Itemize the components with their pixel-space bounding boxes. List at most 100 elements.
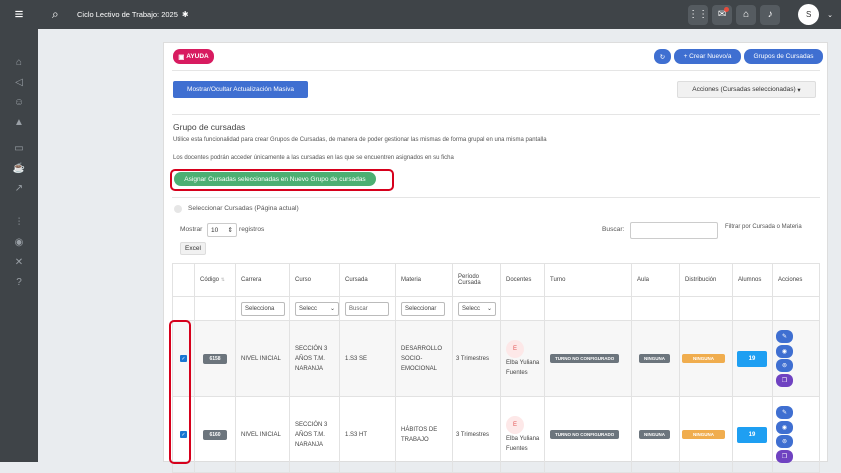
chevron-down-icon: ⌄ [486,306,492,312]
materia-cell: HÁBITOS DE TRABAJO [395,396,453,473]
chart-icon[interactable]: ↗ [12,181,26,195]
aula-badge: NINGUNA [639,429,670,439]
sliders-icon[interactable]: ⫶ [12,215,26,229]
home-icon[interactable]: ⌂ [12,55,26,69]
filter-periodo-select[interactable]: Selecc ⌄ [458,301,496,316]
divider [172,70,820,71]
chevron-down-icon[interactable]: ⌄ [827,11,833,19]
tools-icon[interactable]: ✕ [12,255,26,269]
carrera-cell: NIVEL INICIAL [235,396,290,473]
aula-badge: NINGUNA [639,353,670,363]
groups-button[interactable]: Grupos de Cursadas [744,49,823,64]
refresh-icon: ↻ [659,53,666,61]
highlight-box [170,169,394,191]
distribucion-badge: NINGUNA [682,353,725,363]
graduation-icon[interactable]: ▲ [12,115,26,129]
filter-curso-select[interactable]: Selecc ⌄ [295,301,339,316]
view-icon[interactable]: ◉ [776,344,793,358]
search-input[interactable] [630,222,718,239]
megaphone-icon[interactable]: ◁ [12,75,26,89]
mail-icon[interactable]: ✉ [712,4,733,25]
header-distribucion[interactable]: Distribución [679,263,733,297]
eye-icon[interactable]: ◉ [12,235,26,249]
create-new-button[interactable]: + Crear Nuevo/a [674,49,741,64]
toggle-mass-update-button[interactable]: Mostrar/Ocultar Actualización Masiva [173,81,308,98]
header-alumnos[interactable]: Alumnos [732,263,773,297]
edit-icon[interactable]: ✎ [776,330,793,344]
filter-carrera-select[interactable]: Selecciona [241,301,285,316]
header-materia[interactable]: Materia [395,263,453,297]
distribucion-badge: NINGUNA [682,429,725,439]
copy-icon[interactable]: ❐ [776,449,793,463]
filter-label: Filtrar por Cursada o Materia [725,224,802,230]
view-icon[interactable]: ◉ [776,420,793,434]
sidebar: ⌂ ◁ ☺ ▲ ▭ ☕ ↗ ⫶ ◉ ✕ ? [0,29,38,462]
header-docentes[interactable]: Docentes [500,263,545,297]
header-cursada[interactable]: Cursada [339,263,396,297]
money-icon[interactable]: ▭ [12,141,26,155]
show-label: Mostrar [180,226,203,233]
header-turno[interactable]: Turno [544,263,632,297]
settings-icon[interactable]: ⊚ [776,359,793,373]
menu-icon[interactable]: ≡ [0,0,38,29]
periodo-cell: 3 Trimestres [452,396,501,473]
filter-materia-select[interactable]: Seleccionar [401,301,445,316]
notification-dot [724,6,730,12]
table-row[interactable]: ✓ 6160 NIVEL INICIAL SECCIÓN 3 AÑOS T.M.… [172,396,820,473]
highlight-box [169,320,191,464]
courses-table: Código ⇅ Carrera Curso Cursada Materia P… [172,263,820,473]
edit-icon[interactable]: ✎ [776,406,793,420]
periodo-cell: 3 Trimestres [452,320,501,397]
cursada-cell: 1.S3 SE [339,320,396,397]
header-aula[interactable]: Aula [631,263,680,297]
cycle-title: Ciclo Lectivo de Trabajo: 2025 [77,10,178,19]
carrera-cell: NIVEL INICIAL [235,320,290,397]
actions-dropdown[interactable]: Acciones (Cursadas seleccionadas) ▾ [677,81,816,98]
students-count-button[interactable]: 19 [737,426,767,443]
records-label: registros [239,226,265,233]
help-icon[interactable]: ? [12,275,26,289]
section-description-1: Utilice esta funcionalidad para crear Gr… [173,137,547,143]
filter-cursada-input[interactable]: Buscar [345,301,389,316]
teacher-name: Elba Yuliana Fuentes [506,435,540,452]
students-count-button[interactable]: 19 [737,350,767,367]
top-bar: ≡ ⌕ Ciclo Lectivo de Trabajo: 2025 ✱ ⋮⋮ … [0,0,841,29]
divider [172,114,820,115]
header-periodo[interactable]: Período Cursada [452,263,501,297]
sort-icon: ⇅ [220,277,225,283]
users-icon[interactable]: ☺ [12,95,26,109]
chevron-down-icon: ⌄ [329,306,335,312]
materia-cell: DESARROLLO SOCIO-EMOCIONAL [395,320,453,397]
teacher-avatar: E [506,339,524,358]
refresh-button[interactable]: ↻ [654,49,671,64]
table-row[interactable]: ✓ 6158 NIVEL INICIAL SECCIÓN 3 AÑOS T.M.… [172,320,820,397]
home-icon[interactable]: ⌂ [736,4,757,25]
header-carrera[interactable]: Carrera [235,263,290,297]
user-avatar[interactable]: S [798,4,820,25]
main-card: ▣ AYUDA ↻ + Crear Nuevo/a Grupos de Curs… [163,42,828,473]
settings-icon[interactable]: ⊚ [776,435,793,449]
curso-cell: SECCIÓN 3 AÑOS T.M. NARANJA [289,396,340,473]
help-button[interactable]: ▣ AYUDA [173,49,214,64]
search-label: Buscar: [602,226,625,233]
turno-badge: TURNO NO CONFIGURADO [550,429,620,439]
page-size-select[interactable]: 10 ⇕ [207,223,237,237]
bell-icon[interactable]: ♪ [760,4,781,25]
excel-button[interactable]: Excel [180,242,206,255]
copy-icon[interactable]: ❐ [776,373,793,387]
divider [172,197,820,198]
teacher-avatar: E [506,415,524,434]
select-page-checkbox[interactable] [174,205,182,213]
turno-badge: TURNO NO CONFIGURADO [550,353,620,363]
gear-icon[interactable]: ✱ [182,10,189,19]
select-page-label: Seleccionar Cursadas (Página actual) [188,205,299,212]
sort-arrows-icon: ⇕ [227,227,233,234]
coffee-icon[interactable]: ☕ [12,161,26,175]
code-badge: 6160 [203,429,227,440]
search-icon[interactable]: ⌕ [52,7,72,22]
header-codigo[interactable]: Código ⇅ [194,263,236,297]
section-title: Grupo de cursadas [173,122,246,132]
apps-icon[interactable]: ⋮⋮ [688,4,709,25]
header-curso[interactable]: Curso [289,263,340,297]
curso-cell: SECCIÓN 3 AÑOS T.M. NARANJA [289,320,340,397]
